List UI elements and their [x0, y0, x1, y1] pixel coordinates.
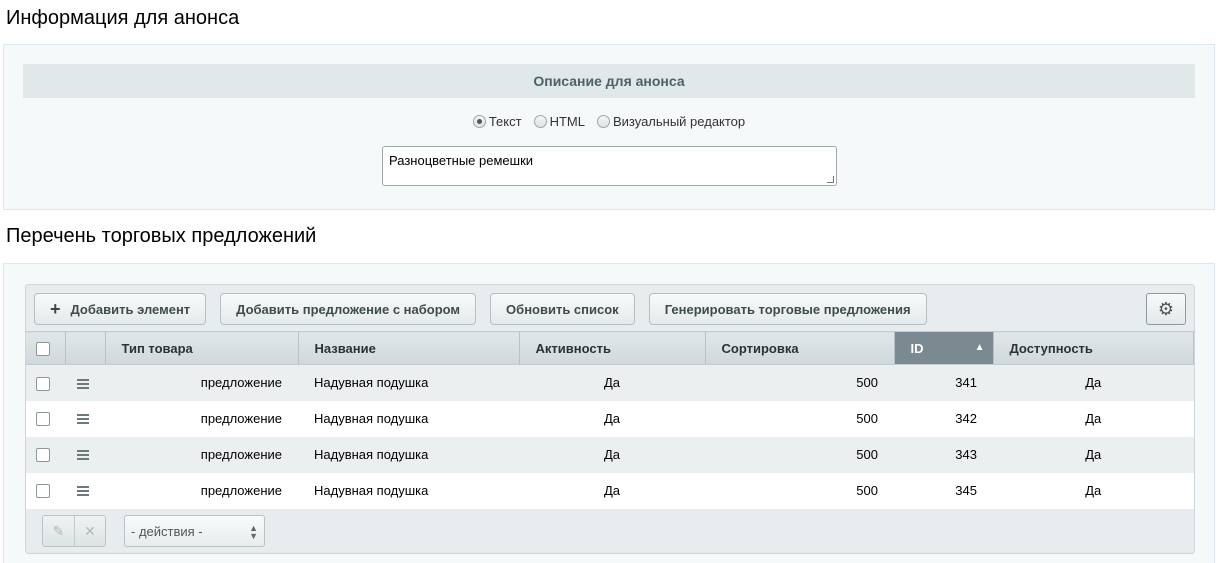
radio-visual-editor[interactable]: Визуальный редактор: [596, 114, 746, 129]
offers-table: Тип товара Название Активность Сортировк…: [26, 331, 1194, 509]
column-header-type[interactable]: Тип товара: [105, 331, 299, 365]
row-checkbox-cell[interactable]: [26, 400, 65, 437]
row-menu-cell[interactable]: [65, 436, 105, 473]
radio-button-text[interactable]: [472, 115, 486, 128]
row-sort: 500: [705, 436, 894, 473]
table-header-row: Тип товара Название Активность Сортировк…: [26, 331, 1194, 365]
generate-offers-button[interactable]: Генерировать торговые предложения: [648, 293, 927, 325]
row-menu-icon[interactable]: [77, 412, 89, 426]
select-all-header[interactable]: [26, 331, 66, 365]
sort-ascending-icon: ▲: [974, 342, 985, 353]
row-menu-icon[interactable]: [77, 448, 89, 462]
row-name: Надувная подушка: [298, 436, 519, 473]
column-header-name[interactable]: Название: [298, 331, 520, 365]
table-row[interactable]: предложение Надувная подушка Да 500 345 …: [26, 472, 1194, 509]
row-checkbox[interactable]: [36, 448, 50, 463]
row-checkbox[interactable]: [36, 412, 50, 427]
row-active: Да: [519, 436, 705, 473]
row-checkbox[interactable]: [36, 484, 50, 499]
select-all-checkbox[interactable]: [36, 341, 50, 356]
gear-icon: ⚙: [1157, 298, 1175, 319]
settings-button[interactable]: ⚙: [1146, 293, 1186, 325]
row-name: Надувная подушка: [298, 364, 519, 401]
radio-text[interactable]: Текст: [472, 114, 522, 129]
row-available: Да: [993, 436, 1194, 473]
radio-text-label: Текст: [488, 114, 522, 129]
row-available: Да: [993, 364, 1194, 401]
row-menu-cell[interactable]: [65, 364, 105, 401]
add-set-offer-button[interactable]: Добавить предложение с набором: [220, 293, 477, 325]
column-header-active[interactable]: Активность: [519, 331, 706, 365]
column-header-id[interactable]: ID ▲: [894, 331, 994, 365]
row-active: Да: [519, 400, 705, 437]
actions-column-header: [65, 331, 106, 365]
row-sort: 500: [705, 472, 894, 509]
row-id: 341: [894, 364, 993, 401]
table-row[interactable]: предложение Надувная подушка Да 500 341 …: [26, 364, 1194, 401]
row-id: 345: [894, 472, 993, 509]
row-sort: 500: [705, 400, 894, 437]
offers-grid: + Добавить элемент Добавить предложение …: [25, 284, 1195, 554]
announce-textarea[interactable]: Разноцветные ремешки: [382, 146, 837, 186]
actions-select-value: - действия -: [131, 523, 203, 539]
row-type: предложение: [105, 364, 298, 401]
row-menu-icon[interactable]: [77, 484, 89, 498]
offers-section-title: Перечень торговых предложений: [6, 225, 317, 247]
row-type: предложение: [105, 400, 298, 437]
row-checkbox-cell[interactable]: [26, 364, 65, 401]
resize-grip-icon[interactable]: [827, 176, 834, 183]
table-row[interactable]: предложение Надувная подушка Да 500 342 …: [26, 400, 1194, 437]
editor-mode-radios: Текст HTML Визуальный редактор: [4, 114, 1214, 129]
row-type: предложение: [105, 472, 298, 509]
row-menu-cell[interactable]: [65, 400, 105, 437]
row-active: Да: [519, 364, 705, 401]
refresh-list-button[interactable]: Обновить список: [490, 293, 635, 325]
radio-button-html[interactable]: [533, 115, 547, 128]
delete-button[interactable]: ✕: [74, 516, 105, 546]
radio-html-label: HTML: [549, 114, 585, 129]
row-active: Да: [519, 472, 705, 509]
row-id: 343: [894, 436, 993, 473]
edit-button[interactable]: ✎: [43, 516, 74, 546]
radio-visual-editor-label: Визуальный редактор: [612, 114, 746, 129]
offers-panel: + Добавить элемент Добавить предложение …: [3, 263, 1215, 563]
announce-panel: Описание для анонса Текст HTML Визуальны…: [3, 44, 1215, 210]
add-element-button[interactable]: + Добавить элемент: [34, 293, 207, 325]
row-sort: 500: [705, 364, 894, 401]
row-checkbox[interactable]: [36, 376, 50, 391]
column-header-sort[interactable]: Сортировка: [705, 331, 895, 365]
row-available: Да: [993, 400, 1194, 437]
select-arrows-icon: ▲ ▼: [249, 523, 258, 541]
description-header: Описание для анонса: [23, 64, 1195, 98]
row-type: предложение: [105, 436, 298, 473]
grid-toolbar: + Добавить элемент Добавить предложение …: [34, 293, 927, 325]
column-header-id-label: ID: [910, 340, 924, 356]
announce-section-title: Информация для анонса: [6, 7, 240, 29]
actions-select[interactable]: - действия - ▲ ▼: [124, 515, 265, 547]
plus-icon: +: [50, 299, 61, 319]
column-header-available[interactable]: Доступность: [993, 331, 1194, 365]
grid-footer: ✎ ✕ - действия - ▲ ▼: [42, 515, 265, 547]
radio-button-visual-editor[interactable]: [596, 115, 610, 128]
close-icon: ✕: [84, 522, 96, 539]
add-element-label: Добавить элемент: [70, 301, 191, 317]
radio-html[interactable]: HTML: [533, 114, 585, 129]
row-available: Да: [993, 472, 1194, 509]
row-menu-cell[interactable]: [65, 472, 105, 509]
row-checkbox-cell[interactable]: [26, 472, 65, 509]
announce-textarea-value: Разноцветные ремешки: [389, 153, 534, 168]
pencil-icon: ✎: [52, 522, 65, 539]
row-checkbox-cell[interactable]: [26, 436, 65, 473]
group-action-buttons: ✎ ✕: [42, 515, 106, 547]
row-id: 342: [894, 400, 993, 437]
table-row[interactable]: предложение Надувная подушка Да 500 343 …: [26, 436, 1194, 473]
row-name: Надувная подушка: [298, 472, 519, 509]
row-menu-icon[interactable]: [77, 377, 89, 391]
row-name: Надувная подушка: [298, 400, 519, 437]
